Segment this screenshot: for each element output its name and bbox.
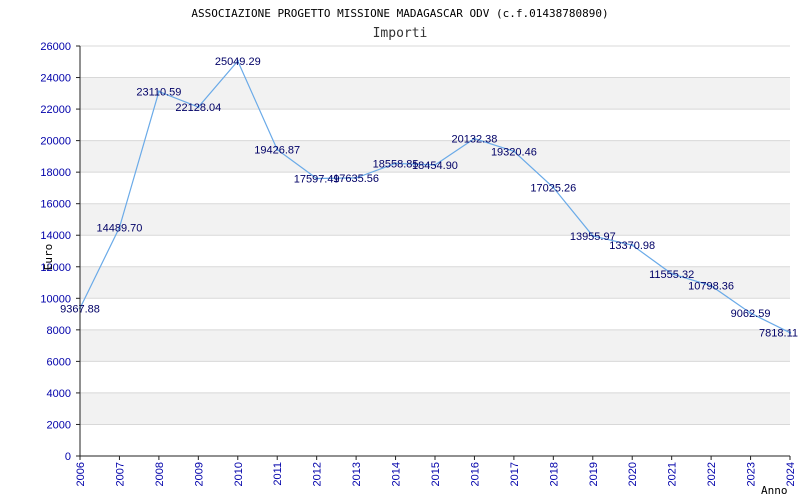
data-label: 22128.04 (175, 102, 221, 114)
y-tick-label: 0 (65, 451, 71, 463)
y-tick-label: 2000 (47, 419, 71, 431)
chart-title: ASSOCIAZIONE PROGETTO MISSIONE MADAGASCA… (191, 7, 608, 20)
y-tick-label: 26000 (40, 41, 71, 53)
x-tick-label: 2019 (588, 462, 600, 486)
data-label: 17635.56 (333, 173, 379, 185)
y-tick-label: 4000 (47, 388, 71, 400)
data-label: 18454.90 (412, 160, 458, 172)
x-tick-label: 2023 (746, 462, 758, 486)
x-tick-label: 2018 (548, 462, 560, 486)
x-tick-label: 2017 (509, 462, 521, 486)
y-tick-label: 6000 (47, 356, 71, 368)
x-tick-label: 2012 (312, 462, 324, 486)
x-tick-label: 2013 (351, 462, 363, 486)
x-axis-ticks: 2006 2007 2008 2009 2010 2011 2012 2013 2014 2015… (75, 456, 797, 486)
y-tick-label: 8000 (47, 325, 71, 337)
data-label: 11555.32 (649, 269, 694, 281)
y-axis-label: Euro (42, 244, 55, 271)
plot-background-bands (80, 77, 790, 425)
grid-band (80, 392, 790, 425)
chart-subtitle: Importi (373, 26, 428, 41)
x-tick-label: 2009 (193, 462, 205, 486)
x-tick-label: 2021 (667, 462, 679, 486)
x-tick-label: 2016 (469, 462, 481, 486)
data-label: 7818.11 (759, 328, 798, 340)
y-tick-label: 18000 (40, 167, 71, 179)
y-tick-label: 16000 (40, 199, 71, 211)
data-label: 9062.59 (731, 308, 771, 320)
data-label: 17025.26 (530, 183, 576, 195)
x-tick-label: 2011 (272, 462, 284, 486)
y-tick-label: 14000 (40, 230, 71, 242)
x-tick-label: 2007 (114, 462, 126, 486)
x-tick-label: 2024 (785, 462, 797, 486)
x-tick-label: 2006 (75, 462, 87, 486)
data-label: 13370.98 (609, 240, 655, 252)
importi-line-chart: ASSOCIAZIONE PROGETTO MISSIONE MADAGASCA… (40, 7, 798, 497)
data-label: 25049.29 (215, 56, 261, 68)
data-label: 23110.59 (136, 87, 181, 99)
x-axis-label: Anno (761, 484, 788, 497)
x-tick-label: 2020 (627, 462, 639, 486)
x-tick-label: 2015 (430, 462, 442, 486)
grid-band (80, 329, 790, 362)
data-label: 14489.70 (96, 223, 142, 235)
data-label: 19320.46 (491, 146, 537, 158)
data-label: 19426.87 (254, 145, 300, 157)
x-tick-label: 2022 (706, 462, 718, 486)
y-tick-label: 20000 (40, 136, 71, 148)
x-tick-label: 2014 (391, 462, 403, 486)
x-tick-label: 2008 (154, 462, 166, 486)
x-tick-label: 2010 (233, 462, 245, 486)
data-label: 10798.36 (688, 281, 734, 293)
data-label: 20132.38 (451, 134, 497, 146)
y-tick-label: 22000 (40, 104, 71, 116)
grid-band (80, 203, 790, 236)
y-tick-label: 24000 (40, 73, 71, 85)
